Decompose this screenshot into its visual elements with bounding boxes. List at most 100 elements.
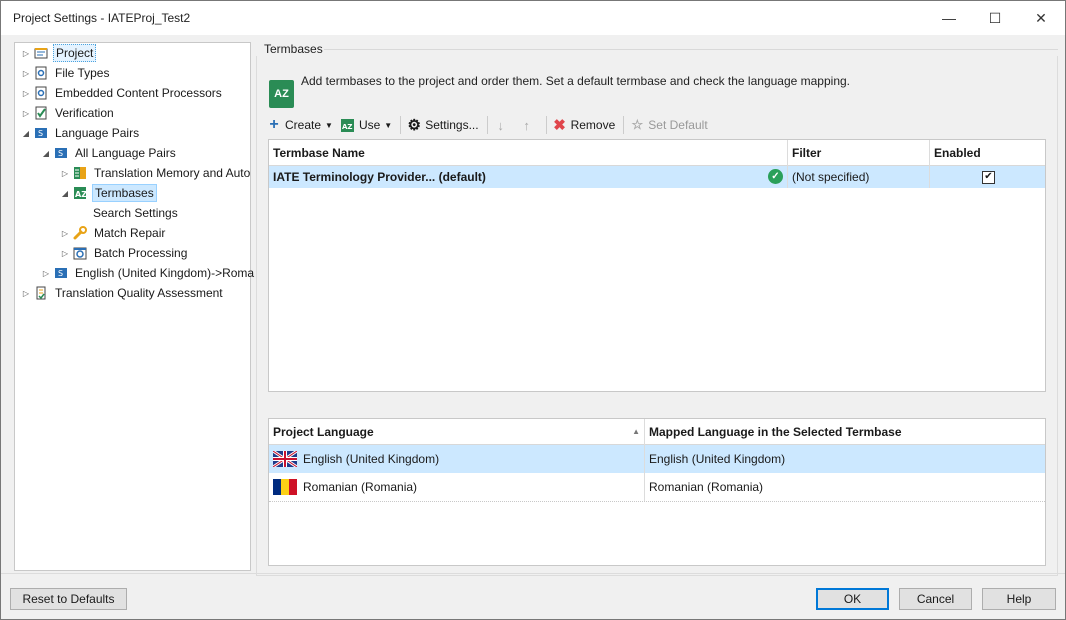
expand-icon[interactable]: ▷ [21,88,31,98]
cancel-button[interactable]: Cancel [899,588,972,610]
termbases-icon: AZ [269,80,294,108]
toolbar-separator [486,116,488,134]
enabled-checkbox[interactable]: ✔ [982,170,995,184]
reset-to-defaults-button[interactable]: Reset to Defaults [10,588,127,610]
expand-icon[interactable]: ▷ [60,248,70,258]
column-header-filter[interactable]: Filter [788,140,930,166]
svg-text:S: S [58,269,63,278]
expand-icon[interactable]: ▷ [60,228,70,238]
tree-item-termbases[interactable]: ◢ AZ Termbases [60,183,157,203]
tree-item-label: Language Pairs [55,126,140,140]
project-language-cell: Romanian (Romania) [269,473,645,501]
column-header-enabled[interactable]: Enabled [930,140,1047,166]
project-language-cell: English (United Kingdom) [269,445,645,473]
maximize-button[interactable]: ☐ [972,1,1018,35]
table-row[interactable]: English (United Kingdom) English (United… [269,445,1045,473]
section-description: Add termbases to the project and order t… [301,74,851,88]
translation-memory-icon [73,166,87,180]
remove-button[interactable]: ✖ Remove [553,117,616,134]
uk-flag-icon [273,451,297,467]
tree-item-label: Match Repair [94,226,166,240]
expand-icon[interactable]: ▷ [21,48,31,58]
tree-item-batch-processing[interactable]: ▷ Batch Processing [60,243,189,263]
tree-item-file-types[interactable]: ▷ File Types [21,63,111,83]
tree-item-search-settings[interactable]: Search Settings [91,203,180,223]
project-language-name: English (United Kingdom) [303,452,440,466]
set-default-button[interactable]: ☆ Set Default [630,117,707,132]
minimize-button[interactable]: — [926,1,972,35]
filter-cell: (Not specified) [788,166,930,188]
tree-item-language-pairs[interactable]: ◢ S Language Pairs [21,123,141,143]
termbase-table: Termbase Name Filter Enabled IATE Termin… [268,139,1046,392]
termbase-table-header: Termbase Name Filter Enabled [269,140,1045,166]
collapse-icon[interactable]: ◢ [41,148,51,158]
title-bar: Project Settings - IATEProj_Test2 — ☐ ✕ [1,1,1065,35]
column-header-termbase-name[interactable]: Termbase Name [269,140,788,166]
sort-ascending-icon: ▲ [632,427,640,436]
column-header-mapped-language[interactable]: Mapped Language in the Selected Termbase [645,419,1047,445]
termbase-name: IATE Terminology Provider... (default) [273,170,486,184]
expand-icon[interactable]: ▷ [41,268,51,278]
settings-button[interactable]: ⚙ Settings... [407,117,478,134]
tree-item-all-language-pairs[interactable]: ◢ S All Language Pairs [41,143,178,163]
arrow-up-icon: ↑ [523,117,530,133]
dropdown-icon: ▼ [325,120,333,130]
dropdown-icon: ▼ [384,120,393,130]
plus-icon: + [269,116,279,133]
quality-assessment-icon [34,286,48,300]
remove-label: Remove [570,118,616,132]
wrench-icon [73,226,87,240]
toolbar-separator [545,116,547,134]
move-up-button[interactable]: ↑ [520,117,538,133]
maximize-icon: ☐ [988,9,1002,26]
section-divider [324,49,1058,50]
window-title: Project Settings - IATEProj_Test2 [13,11,191,25]
table-row[interactable]: Romanian (Romania) Romanian (Romania) [269,473,1045,502]
collapse-icon[interactable]: ◢ [21,128,31,138]
tree-item-match-repair[interactable]: ▷ Match Repair [60,223,167,243]
language-table-header: Project Language ▲ Mapped Language in th… [269,419,1045,445]
expand-icon[interactable]: ▷ [60,168,70,178]
tree-item-label: Verification [55,106,114,120]
tree-item-quality-assessment[interactable]: ▷ Translation Quality Assessment [21,283,225,303]
mapped-language-cell: Romanian (Romania) [649,480,764,494]
tree-item-verification[interactable]: ▷ Verification [21,103,116,123]
create-label: Create [285,118,322,132]
move-down-button[interactable]: ↓ [494,117,512,133]
collapse-icon[interactable]: ◢ [60,188,70,198]
arrow-down-icon: ↓ [497,117,504,133]
enabled-cell: ✔ [930,166,1047,188]
help-button[interactable]: Help [982,588,1056,610]
project-language-header-label: Project Language [273,425,374,439]
dialog-client: ▷ Project ▷ File Types ▷ Embedded Conten… [1,35,1065,619]
svg-text:S: S [38,129,43,138]
tree-item-translation-memory[interactable]: ▷ Translation Memory and Auto [60,163,252,183]
verification-icon [34,106,48,120]
expand-icon[interactable]: ▷ [21,288,31,298]
use-button[interactable]: AZ Use ▼ [341,118,392,132]
tree-item-label: Translation Quality Assessment [55,286,223,300]
tree-item-project[interactable]: ▷ Project [21,43,97,63]
close-button[interactable]: ✕ [1018,1,1064,35]
column-header-project-language[interactable]: Project Language ▲ [269,419,645,445]
remove-icon: ✖ [553,117,566,134]
gear-icon: ⚙ [407,117,421,134]
embedded-content-icon [34,86,48,100]
expand-icon[interactable]: ▷ [21,68,31,78]
termbases-toolbar: + Create ▼ AZ Use ▼ ⚙ Settings... ↓ ↑ ✖ … [267,114,716,136]
tree-item-embedded-content[interactable]: ▷ Embedded Content Processors [21,83,224,103]
toolbar-separator [623,116,625,134]
table-row[interactable]: IATE Terminology Provider... (default) ✓… [269,166,1045,188]
file-types-icon [34,66,48,80]
language-pairs-icon: S [54,266,68,280]
tree-item-english-romanian[interactable]: ▷ S English (United Kingdom)->Roma [41,263,256,283]
award-icon: ☆ [631,117,644,132]
expand-icon[interactable]: ▷ [21,108,31,118]
settings-tree: ▷ Project ▷ File Types ▷ Embedded Conten… [14,42,254,571]
ok-button[interactable]: OK [816,588,889,610]
create-button[interactable]: + Create ▼ [267,116,333,133]
romania-flag-icon [273,479,297,495]
language-pairs-icon: S [54,146,68,160]
minimize-icon: — [942,10,956,26]
tree-item-label: Translation Memory and Auto [94,166,251,180]
